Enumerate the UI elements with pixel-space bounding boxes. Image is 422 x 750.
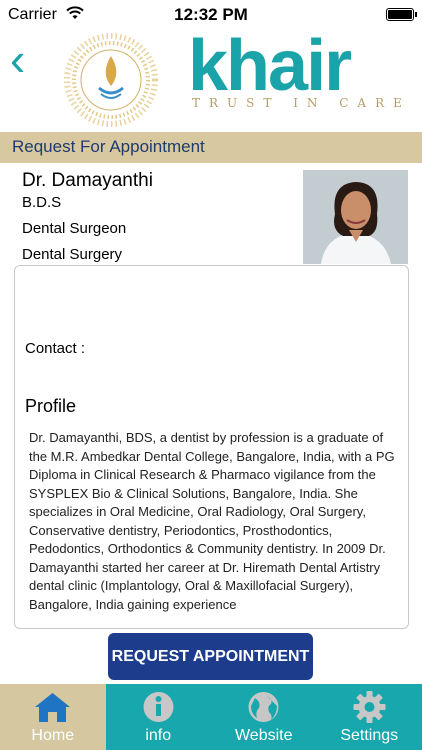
info-icon bbox=[106, 690, 212, 724]
globe-icon bbox=[211, 690, 317, 724]
brand-logo: khair bbox=[188, 26, 352, 106]
doctor-details-card[interactable]: Contact : Profile Dr. Damayanthi, BDS, a… bbox=[14, 265, 409, 629]
tab-website-label: Website bbox=[234, 727, 293, 744]
doctor-degree: B.D.S bbox=[22, 194, 62, 211]
request-appointment-button[interactable]: REQUEST APPOINTMENT bbox=[108, 633, 313, 680]
tab-home[interactable]: Home bbox=[0, 684, 106, 750]
emblem-logo bbox=[64, 33, 158, 127]
profile-text: Dr. Damayanthi, BDS, a dentist by profes… bbox=[29, 430, 395, 612]
brand-tagline: TRUST IN CARE bbox=[192, 96, 411, 110]
profile-heading: Profile bbox=[25, 396, 77, 416]
tab-website[interactable]: Website bbox=[211, 684, 317, 750]
tab-info[interactable]: info bbox=[106, 684, 212, 750]
doctor-name: Dr. Damayanthi bbox=[22, 170, 153, 191]
gear-icon bbox=[317, 690, 422, 724]
tab-settings[interactable]: Settings bbox=[317, 684, 422, 750]
doctor-photo bbox=[303, 170, 408, 264]
battery-icon bbox=[386, 8, 417, 21]
back-chevron-icon[interactable]: ‹ bbox=[10, 36, 25, 82]
tab-home-label: Home bbox=[31, 727, 75, 744]
tab-settings-label: Settings bbox=[340, 727, 399, 744]
doctor-role: Dental Surgeon bbox=[22, 220, 127, 237]
app-header: ‹ khair TRUST IN CARE bbox=[0, 30, 422, 130]
clock: 12:32 PM bbox=[174, 5, 248, 24]
page-title: Request For Appointment bbox=[12, 137, 205, 156]
tab-info-label: info bbox=[145, 727, 172, 744]
page-title-bar: Request For Appointment bbox=[0, 132, 422, 163]
doctor-department: Dental Surgery bbox=[22, 246, 123, 263]
contact-label: Contact : bbox=[25, 340, 86, 357]
home-icon bbox=[0, 690, 106, 724]
tab-bar: Home info Website Settings bbox=[0, 684, 422, 750]
